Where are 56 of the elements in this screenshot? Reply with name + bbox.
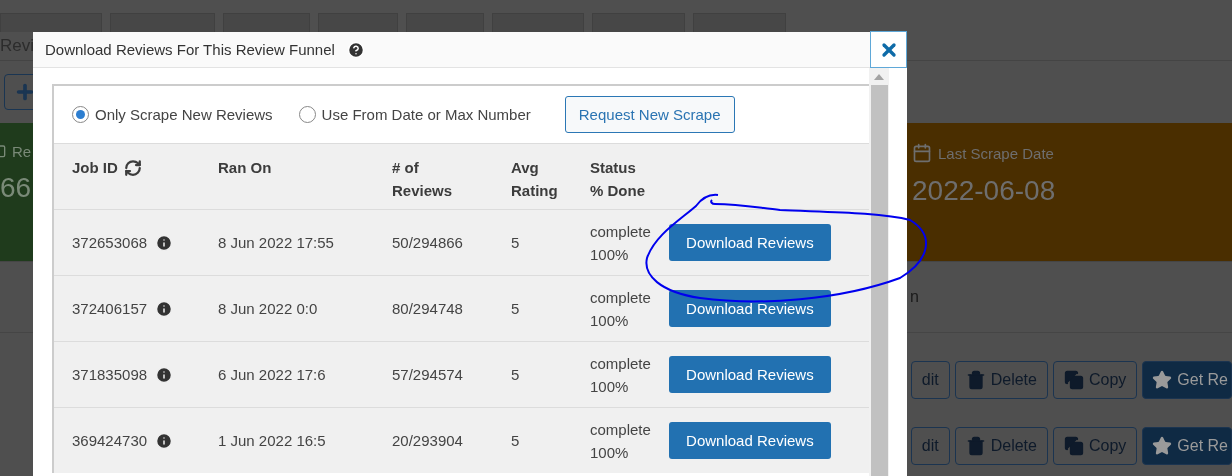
table-cell-text: 371835098 bbox=[72, 365, 148, 385]
table-cell-text: 372406157 bbox=[72, 299, 148, 319]
column-header: Job ID bbox=[72, 158, 118, 178]
radio-option[interactable]: Use From Date or Max Number bbox=[298, 106, 531, 123]
refresh-icon[interactable] bbox=[123, 158, 142, 177]
calendar-icon bbox=[912, 143, 932, 163]
table-cell-text: complete 100% bbox=[590, 287, 651, 331]
table-cell-text: 80/294748 bbox=[392, 299, 463, 319]
info-icon[interactable] bbox=[155, 365, 174, 384]
table-cell-text: 57/294574 bbox=[392, 365, 463, 385]
download-reviews-button[interactable]: Download Reviews bbox=[668, 422, 831, 459]
table-cell-text: 1 Jun 2022 16:5 bbox=[218, 431, 326, 451]
trash-icon bbox=[965, 436, 986, 456]
card-value: 66 bbox=[0, 172, 32, 204]
table-cell-text: 6 Jun 2022 17:6 bbox=[218, 365, 326, 385]
table-cell-text: 8 Jun 2022 0:0 bbox=[218, 299, 318, 319]
close-button[interactable] bbox=[870, 31, 907, 68]
info-icon[interactable] bbox=[155, 299, 174, 318]
column-header: Status % Done bbox=[590, 158, 645, 201]
star-icon bbox=[1152, 436, 1173, 456]
table-cell-text: 5 bbox=[511, 365, 520, 385]
reviews-button[interactable]: Get Re bbox=[1142, 427, 1232, 465]
card-label: Re bbox=[12, 143, 32, 160]
scroll-up-icon[interactable] bbox=[874, 74, 884, 80]
table-cell-text: 5 bbox=[511, 431, 520, 451]
help-icon[interactable] bbox=[346, 40, 365, 59]
scrollbar[interactable] bbox=[869, 68, 889, 476]
table-cell-text: 8 Jun 2022 17:55 bbox=[218, 233, 334, 253]
request-scrape-button[interactable]: Request New Scrape bbox=[564, 96, 735, 133]
star-icon bbox=[1152, 370, 1173, 390]
card-value: 2022-06-08 bbox=[912, 175, 1056, 207]
info-icon[interactable] bbox=[155, 233, 174, 252]
plus-icon bbox=[14, 81, 36, 103]
table-cell-text: 372653068 bbox=[72, 233, 148, 253]
table-cell-text: complete 100% bbox=[590, 419, 651, 463]
download-reviews-button[interactable]: Download Reviews bbox=[668, 224, 831, 261]
table-cell-text: complete 100% bbox=[590, 353, 651, 397]
table-cell-text: 5 bbox=[511, 299, 520, 319]
info-icon[interactable] bbox=[155, 431, 174, 450]
reviews-button[interactable]: Get Re bbox=[1142, 361, 1232, 399]
trash-icon bbox=[965, 370, 986, 390]
radio-option[interactable]: Only Scrape New Reviews bbox=[72, 106, 273, 123]
table-cell-text: 20/293904 bbox=[392, 431, 463, 451]
download-reviews-button[interactable]: Download Reviews bbox=[668, 356, 831, 393]
copy-icon bbox=[1063, 370, 1084, 390]
column-header: Avg Rating bbox=[511, 158, 558, 201]
copy-icon bbox=[1063, 436, 1084, 456]
table-cell-text: 50/294866 bbox=[392, 233, 463, 253]
card-label: Last Scrape Date bbox=[938, 144, 1054, 162]
table-cell-text: 369424730 bbox=[72, 431, 148, 451]
column-header: # of Reviews bbox=[392, 158, 453, 201]
table-cell-text: complete 100% bbox=[590, 221, 651, 265]
download-reviews-button[interactable]: Download Reviews bbox=[668, 290, 831, 327]
table-cell-text: 5 bbox=[511, 233, 520, 253]
column-header: Ran On bbox=[218, 158, 272, 178]
modal-title: Download Reviews For This Review Funnel bbox=[45, 41, 335, 58]
